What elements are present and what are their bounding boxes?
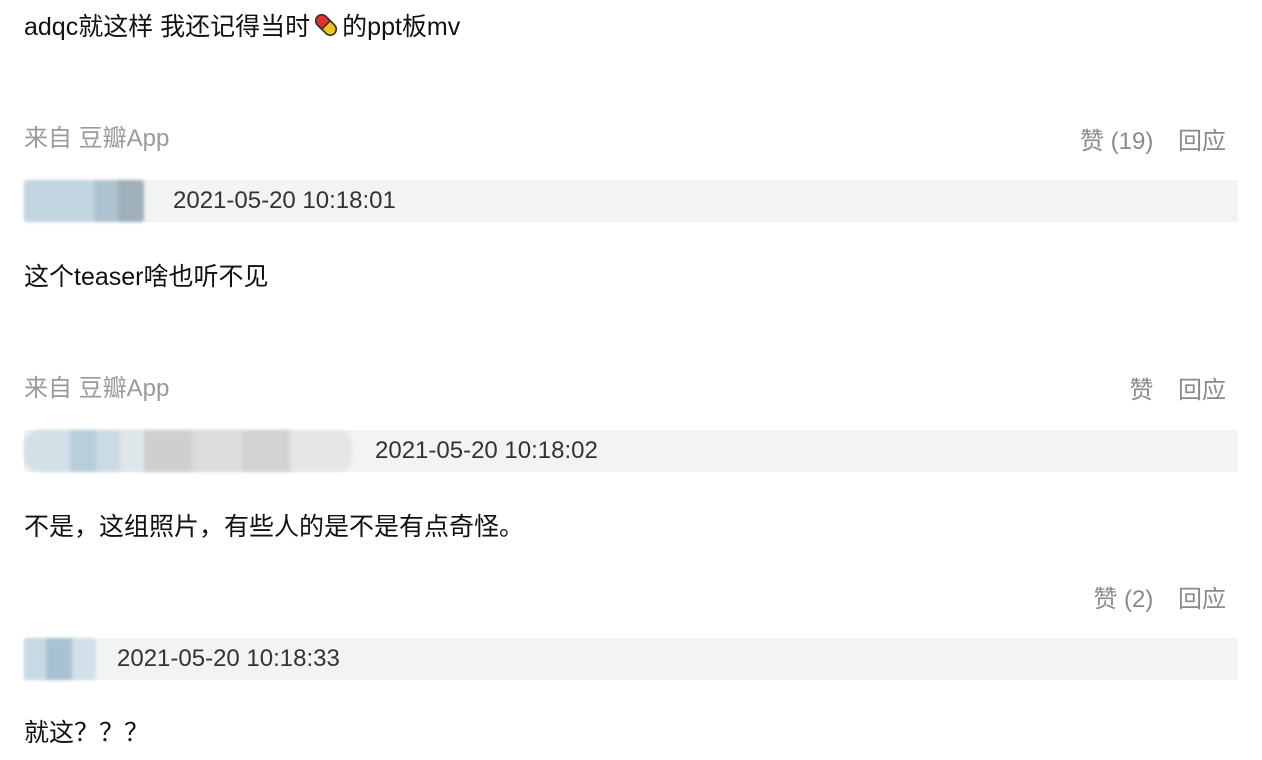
timestamp-4: 2021-05-20 10:18:33 <box>117 645 340 672</box>
source-label-1: 来自 豆瓣App <box>24 125 170 152</box>
avatar[interactable] <box>24 430 352 472</box>
comment-text-1: adqc就这样 我还记得当时 的ppt板mv <box>24 10 460 44</box>
comment-text-3: 不是，这组照片，有些人的是不是有点奇怪。 <box>24 513 525 541</box>
reply-button-2[interactable]: 回应 <box>1178 377 1226 404</box>
like-button-2[interactable]: 赞 <box>1129 377 1153 404</box>
comment-thread: adqc就这样 我还记得当时 的ppt板mv 来自 豆瓣App 赞 (19) 回… <box>0 0 1262 760</box>
avatar[interactable] <box>24 180 144 222</box>
comment-text-1-before: adqc就这样 我还记得当时 <box>24 13 311 41</box>
comment-meta-bar-3: 2021-05-20 10:18:02 <box>24 430 1238 472</box>
comment-text-2: 这个teaser啥也听不见 <box>24 263 269 291</box>
pill-icon <box>315 13 338 37</box>
comment-text-1-after: 的ppt板mv <box>342 13 461 41</box>
like-button-3[interactable]: 赞 (2) <box>1093 586 1153 613</box>
comment-meta-bar-4: 2021-05-20 10:18:33 <box>24 638 1238 680</box>
reply-button-3[interactable]: 回应 <box>1178 586 1226 613</box>
comment-text-4: 就这？？？ <box>24 719 150 747</box>
comment-meta-bar-2: 2021-05-20 10:18:01 <box>24 180 1238 222</box>
comment-actions-3: 赞 (2) 回应 <box>1075 585 1226 615</box>
avatar[interactable] <box>24 638 96 680</box>
source-label-2: 来自 豆瓣App <box>24 375 170 402</box>
timestamp-2: 2021-05-20 10:18:01 <box>173 187 396 214</box>
comment-actions-1: 赞 (19) 回应 <box>1062 127 1226 157</box>
reply-button-1[interactable]: 回应 <box>1178 128 1226 155</box>
comment-actions-2: 赞 回应 <box>1111 376 1226 406</box>
timestamp-3: 2021-05-20 10:18:02 <box>375 437 598 464</box>
like-button-1[interactable]: 赞 (19) <box>1080 128 1153 155</box>
